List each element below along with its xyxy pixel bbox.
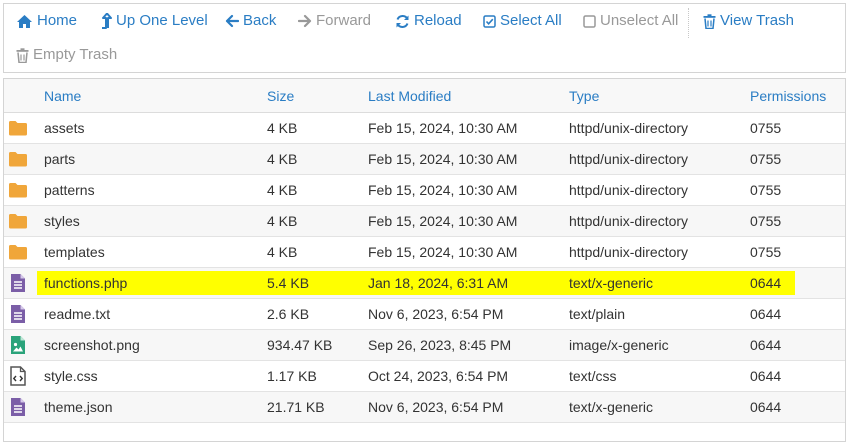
file-size: 21.71 KB bbox=[267, 399, 325, 415]
arrow-right-icon bbox=[298, 14, 312, 28]
file-name[interactable]: assets bbox=[44, 113, 84, 144]
file-last-modified: Feb 15, 2024, 10:30 AM bbox=[368, 182, 518, 198]
file-name[interactable]: style.css bbox=[44, 361, 98, 392]
file-size: 4 KB bbox=[267, 244, 298, 260]
column-header-permissions[interactable]: Permissions bbox=[750, 79, 826, 113]
file-last-modified: Feb 15, 2024, 10:30 AM bbox=[368, 244, 518, 260]
unselect-all-button[interactable]: Unselect All bbox=[583, 9, 678, 33]
file-size: 2.6 KB bbox=[267, 306, 310, 322]
toolbar: Home Up One Level Back Forward Reload Se… bbox=[3, 3, 846, 73]
checkbox-empty-icon bbox=[583, 14, 596, 28]
file-permissions: 0755 bbox=[750, 151, 782, 167]
table-row[interactable]: assets 4 KB Feb 15, 2024, 10:30 AM httpd/un… bbox=[4, 113, 845, 144]
file-name[interactable]: styles bbox=[44, 206, 80, 237]
file-last-modified: Feb 15, 2024, 10:30 AM bbox=[368, 213, 518, 229]
file-name[interactable]: patterns bbox=[44, 175, 95, 206]
trash-icon bbox=[16, 47, 29, 63]
file-last-modified: Jan 18, 2024, 6:31 AM bbox=[368, 275, 509, 291]
file-name[interactable]: readme.txt bbox=[44, 299, 110, 330]
file-last-modified: Feb 15, 2024, 10:30 AM bbox=[368, 120, 518, 136]
table-row[interactable]: patterns 4 KB Feb 15, 2024, 10:30 AM httpd/… bbox=[4, 175, 845, 206]
select-all-label: Select All bbox=[500, 12, 562, 29]
file-size: 4 KB bbox=[267, 120, 298, 136]
home-button[interactable]: Home bbox=[16, 9, 77, 33]
file-type: httpd/unix-directory bbox=[569, 182, 689, 198]
file-name[interactable]: templates bbox=[44, 237, 105, 268]
table-row[interactable]: style.css 1.17 KB Oct 24, 2023, 6:54 PM tex… bbox=[4, 361, 845, 392]
file-size: 4 KB bbox=[267, 151, 298, 167]
file-size: 934.47 KB bbox=[267, 337, 333, 353]
table-row[interactable]: readme.txt 2.6 KB Nov 6, 2023, 6:54 PM text… bbox=[4, 299, 845, 330]
column-header-last-modified[interactable]: Last Modified bbox=[368, 79, 451, 113]
table-header: Name Size Last Modified Type Permissions bbox=[4, 79, 845, 113]
file-permissions: 0644 bbox=[750, 399, 782, 415]
reload-label: Reload bbox=[414, 12, 462, 29]
arrow-left-icon bbox=[225, 14, 239, 28]
file-type: text/x-generic bbox=[569, 275, 654, 291]
column-header-type[interactable]: Type bbox=[569, 79, 599, 113]
unselect-all-label: Unselect All bbox=[600, 12, 679, 29]
home-label: Home bbox=[37, 12, 78, 29]
reload-button[interactable]: Reload bbox=[395, 9, 462, 33]
file-size: 4 KB bbox=[267, 182, 298, 198]
file-type: httpd/unix-directory bbox=[569, 120, 689, 136]
file-last-modified: Sep 26, 2023, 8:45 PM bbox=[368, 337, 512, 353]
forward-button[interactable]: Forward bbox=[298, 9, 371, 33]
file-type: text/plain bbox=[569, 306, 626, 322]
empty-trash-button[interactable]: Empty Trash bbox=[16, 43, 117, 67]
table-row[interactable]: styles 4 KB Feb 15, 2024, 10:30 AM httpd/un… bbox=[4, 206, 845, 237]
empty-trash-label: Empty Trash bbox=[33, 46, 118, 63]
file-type: httpd/unix-directory bbox=[569, 151, 689, 167]
file-permissions: 0644 bbox=[750, 368, 782, 384]
file-size: 5.4 KB bbox=[267, 275, 310, 291]
view-trash-label: View Trash bbox=[720, 12, 794, 29]
file-name[interactable]: screenshot.png bbox=[44, 330, 140, 361]
file-name[interactable]: parts bbox=[44, 144, 75, 175]
table-row[interactable]: parts 4 KB Feb 15, 2024, 10:30 AM httpd/uni… bbox=[4, 144, 845, 175]
view-trash-button[interactable]: View Trash bbox=[703, 9, 794, 33]
file-type: text/css bbox=[569, 368, 617, 384]
file-table: Name Size Last Modified Type Permissions… bbox=[3, 78, 846, 442]
level-up-icon bbox=[102, 13, 112, 29]
table-row[interactable]: templates 4 KB Feb 15, 2024, 10:30 AM httpd… bbox=[4, 237, 845, 268]
file-permissions: 0644 bbox=[750, 337, 782, 353]
up-one-level-button[interactable]: Up One Level bbox=[101, 9, 208, 33]
back-button[interactable]: Back bbox=[225, 9, 276, 33]
file-permissions: 0644 bbox=[750, 275, 782, 291]
checkbox-checked-icon bbox=[483, 14, 496, 28]
column-header-size[interactable]: Size bbox=[267, 79, 294, 113]
toolbar-divider bbox=[688, 8, 689, 38]
home-icon bbox=[17, 14, 32, 28]
up-one-level-label: Up One Level bbox=[116, 12, 208, 29]
back-label: Back bbox=[243, 12, 277, 29]
file-last-modified: Nov 6, 2023, 6:54 PM bbox=[368, 306, 504, 322]
table-row[interactable]: functions.php 5.4 KB Jan 18, 2024, 6:31 AM… bbox=[4, 268, 845, 299]
trash-icon bbox=[703, 13, 716, 29]
file-last-modified: Oct 24, 2023, 6:54 PM bbox=[368, 368, 509, 384]
table-row[interactable]: theme.json 21.71 KB Nov 6, 2023, 6:54 PM te… bbox=[4, 392, 845, 423]
file-type: image/x-generic bbox=[569, 337, 669, 353]
file-permissions: 0755 bbox=[750, 182, 782, 198]
column-header-name[interactable]: Name bbox=[44, 79, 81, 113]
file-last-modified: Feb 15, 2024, 10:30 AM bbox=[368, 151, 518, 167]
file-size: 4 KB bbox=[267, 213, 298, 229]
file-type: httpd/unix-directory bbox=[569, 244, 689, 260]
file-permissions: 0755 bbox=[750, 120, 782, 136]
file-type: text/x-generic bbox=[569, 399, 654, 415]
file-permissions: 0755 bbox=[750, 213, 782, 229]
file-name[interactable]: functions.php bbox=[44, 268, 127, 299]
file-last-modified: Nov 6, 2023, 6:54 PM bbox=[368, 399, 504, 415]
file-type: httpd/unix-directory bbox=[569, 213, 689, 229]
file-size: 1.17 KB bbox=[267, 368, 317, 384]
select-all-button[interactable]: Select All bbox=[483, 9, 562, 33]
forward-label: Forward bbox=[316, 12, 372, 29]
file-permissions: 0644 bbox=[750, 306, 782, 322]
table-row[interactable]: screenshot.png 934.47 KB Sep 26, 2023, 8:4… bbox=[4, 330, 845, 361]
file-permissions: 0755 bbox=[750, 244, 782, 260]
reload-icon bbox=[396, 14, 409, 28]
file-name[interactable]: theme.json bbox=[44, 392, 112, 423]
